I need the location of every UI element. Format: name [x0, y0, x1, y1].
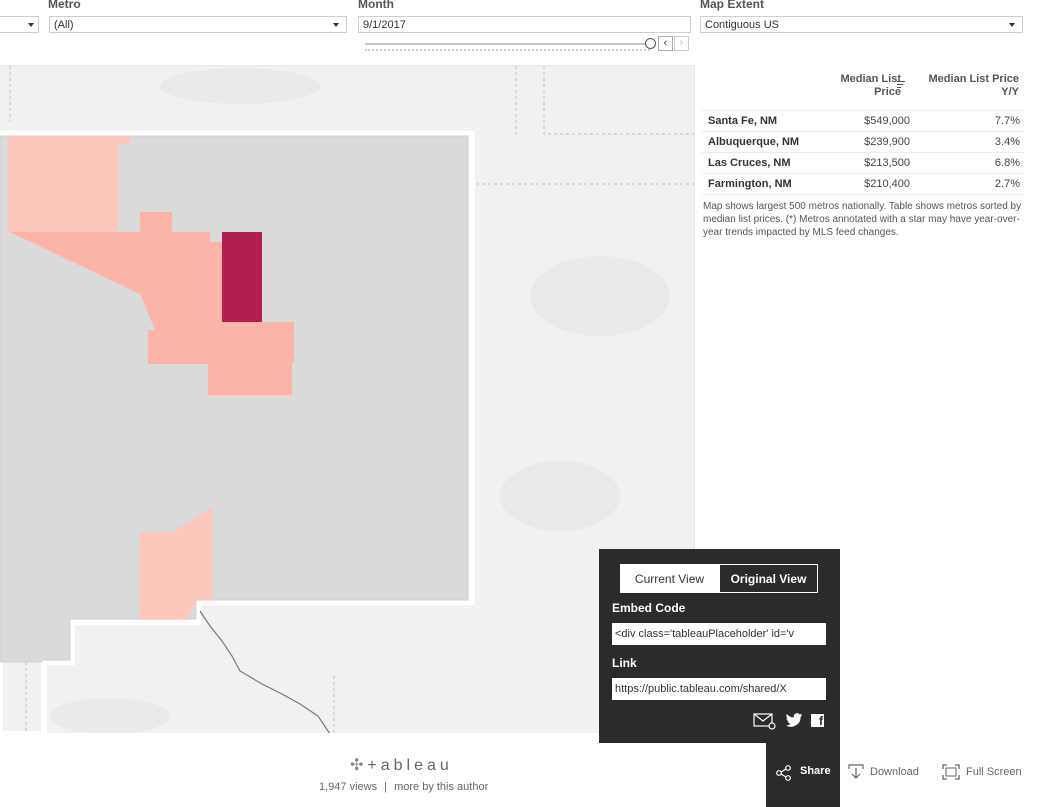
chevron-down-icon	[333, 23, 339, 27]
farmington-metro	[8, 136, 130, 232]
month-slider-ticks	[365, 49, 650, 52]
month-input[interactable]: 9/1/2017	[358, 16, 691, 33]
share-popup: Current View Original View Embed Code <d…	[599, 549, 840, 743]
share-button[interactable]: Share	[766, 743, 840, 807]
metro-yy: 7.7%	[910, 110, 1024, 132]
view-count: 1,947 views	[319, 781, 378, 793]
metro-yy: 2.7%	[910, 173, 1024, 195]
metro-price: $549,000	[800, 110, 910, 132]
previous-filter-dropdown[interactable]	[0, 16, 39, 33]
table-row[interactable]: Albuquerque, NM $239,900 3.4%	[702, 131, 1024, 153]
santa-fe-metro	[222, 232, 262, 322]
slider-next-button[interactable]: ›	[674, 36, 689, 51]
fullscreen-label: Full Screen	[966, 766, 1022, 778]
month-slider-track[interactable]	[365, 43, 650, 45]
download-button[interactable]: Download	[848, 757, 919, 787]
author-link[interactable]: more by this author	[394, 781, 488, 793]
download-icon	[848, 764, 864, 779]
metro-yy: 6.8%	[910, 152, 1024, 174]
metro-filter-label: Metro	[48, 0, 81, 11]
map-extent-dropdown[interactable]: Contiguous US	[700, 16, 1023, 33]
tab-original-view[interactable]: Original View	[719, 564, 818, 593]
metro-price: $213,500	[800, 152, 910, 174]
table-row[interactable]: Farmington, NM $210,400 2.7%	[702, 173, 1024, 195]
river-line	[199, 610, 331, 734]
metro-dropdown-value: (All)	[54, 19, 74, 31]
sort-icon[interactable]	[897, 81, 905, 89]
metro-name: Santa Fe, NM	[702, 110, 800, 132]
tableau-logo[interactable]: ✣+ableau	[350, 755, 453, 775]
median-price-header[interactable]: Median List Price	[806, 73, 901, 99]
fullscreen-button[interactable]: Full Screen	[942, 757, 1022, 787]
twitter-icon[interactable]	[785, 713, 803, 728]
share-label: Share	[800, 765, 831, 777]
table-note: Map shows largest 500 metros nationally.…	[703, 201, 1022, 238]
month-input-value: 9/1/2017	[363, 19, 406, 31]
metro-table: Santa Fe, NM $549,000 7.7% Albuquerque, …	[702, 110, 1024, 195]
table-row[interactable]: Santa Fe, NM $549,000 7.7%	[702, 110, 1024, 132]
metro-price: $239,900	[800, 131, 910, 153]
month-filter-label: Month	[358, 0, 394, 11]
metro-name: Albuquerque, NM	[702, 131, 800, 153]
email-link-icon[interactable]	[753, 712, 777, 730]
fullscreen-icon	[942, 764, 960, 780]
chevron-left-icon: ‹	[663, 37, 668, 49]
metro-name: Farmington, NM	[702, 173, 800, 195]
map-canvas	[0, 66, 694, 734]
map-extent-value: Contiguous US	[705, 19, 779, 31]
link-label: Link	[612, 656, 637, 670]
slider-previous-button[interactable]: ‹	[658, 36, 673, 51]
month-slider-handle[interactable]	[645, 38, 656, 49]
footer-meta: 1,947 views | more by this author	[319, 781, 488, 793]
download-label: Download	[870, 766, 919, 778]
metro-name: Las Cruces, NM	[702, 152, 800, 174]
link-field[interactable]: https://public.tableau.com/shared/X	[612, 678, 826, 700]
table-row[interactable]: Las Cruces, NM $213,500 6.8%	[702, 152, 1024, 174]
map-extent-label: Map Extent	[700, 0, 765, 11]
embed-code-label: Embed Code	[612, 601, 686, 615]
median-price-yy-header[interactable]: Median List Price Y/Y	[905, 73, 1019, 99]
metro-yy: 3.4%	[910, 131, 1024, 153]
facebook-icon[interactable]: f	[811, 714, 824, 728]
separator: |	[384, 781, 388, 793]
chevron-down-icon	[1009, 23, 1015, 27]
share-icon	[776, 765, 791, 781]
tab-current-view[interactable]: Current View	[620, 564, 719, 593]
embed-code-field[interactable]: <div class='tableauPlaceholder' id='v	[612, 623, 826, 645]
metro-dropdown[interactable]: (All)	[49, 16, 347, 33]
tableau-cross-icon: ✣	[350, 757, 368, 774]
metro-price: $210,400	[800, 173, 910, 195]
map-view[interactable]	[0, 65, 695, 734]
chevron-right-icon: ›	[679, 37, 684, 49]
